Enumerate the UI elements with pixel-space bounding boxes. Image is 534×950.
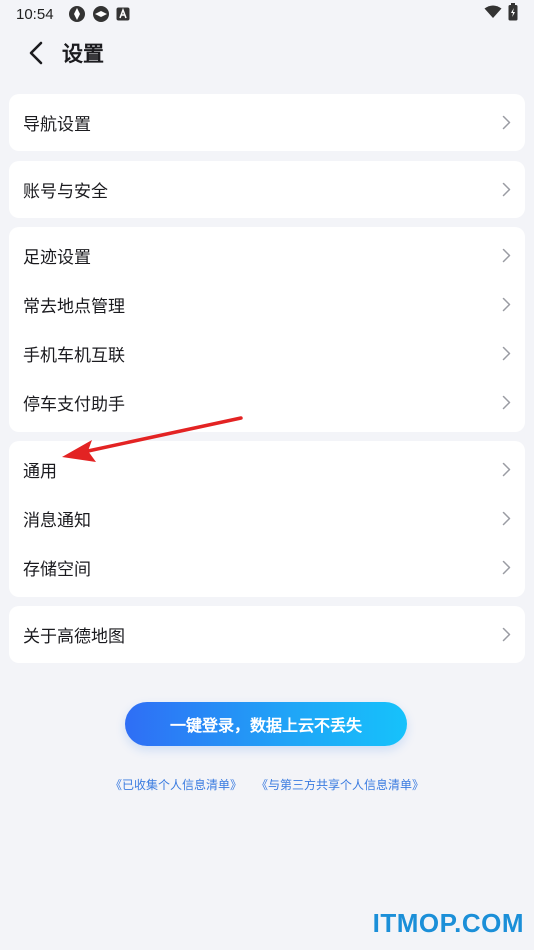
row-navigation-settings[interactable]: 导航设置 (9, 98, 525, 147)
row-parking-payment[interactable]: 停车支付助手 (9, 378, 525, 427)
row-general[interactable]: 通用 (9, 445, 525, 494)
chevron-right-icon (502, 182, 511, 197)
row-label: 账号与安全 (23, 182, 108, 202)
row-phone-car-link[interactable]: 手机车机互联 (9, 329, 525, 378)
header: 设置 (0, 28, 534, 78)
battery-icon (508, 3, 518, 25)
status-right (484, 3, 518, 25)
row-label: 停车支付助手 (23, 395, 125, 415)
chevron-right-icon (502, 248, 511, 263)
a-box-icon (116, 7, 130, 21)
chevron-right-icon (502, 560, 511, 575)
row-label: 常去地点管理 (23, 297, 125, 317)
back-button[interactable] (16, 31, 56, 75)
one-click-login-button[interactable]: 一键登录，数据上云不丢失 (125, 702, 407, 746)
settings-group-about: 关于高德地图 (9, 606, 525, 663)
row-footprint-settings[interactable]: 足迹设置 (9, 231, 525, 280)
settings-group-general: 通用 消息通知 存储空间 (9, 441, 525, 597)
row-account-security[interactable]: 账号与安全 (9, 165, 525, 214)
settings-group-account: 账号与安全 (9, 161, 525, 218)
privacy-links: 《已收集个人信息清单》 《与第三方共享个人信息清单》 (0, 776, 534, 793)
settings-group-navigation: 导航设置 (9, 94, 525, 151)
chevron-right-icon (502, 346, 511, 361)
row-about-amap[interactable]: 关于高德地图 (9, 610, 525, 659)
status-time: 10:54 (16, 5, 54, 23)
row-notifications[interactable]: 消息通知 (9, 494, 525, 543)
row-label: 导航设置 (23, 115, 91, 135)
chevron-right-icon (502, 462, 511, 477)
app-icon (92, 5, 110, 23)
row-label: 存储空间 (23, 560, 91, 580)
row-storage[interactable]: 存储空间 (9, 543, 525, 592)
wifi-icon (484, 5, 502, 23)
app-icon (68, 5, 86, 23)
chevron-right-icon (502, 627, 511, 642)
row-label: 关于高德地图 (23, 627, 125, 647)
watermark-logo: ITMOP.COM (372, 908, 524, 938)
chevron-right-icon (502, 297, 511, 312)
row-label: 通用 (23, 462, 57, 482)
shared-info-link[interactable]: 《与第三方共享个人信息清单》 (256, 776, 424, 793)
collected-info-link[interactable]: 《已收集个人信息清单》 (110, 776, 242, 793)
chevron-left-icon (29, 41, 43, 65)
settings-group-services: 足迹设置 常去地点管理 手机车机互联 停车支付助手 (9, 227, 525, 432)
row-label: 消息通知 (23, 511, 91, 531)
row-label: 足迹设置 (23, 248, 91, 268)
chevron-right-icon (502, 395, 511, 410)
status-bar: 10:54 (0, 0, 534, 28)
row-frequent-places[interactable]: 常去地点管理 (9, 280, 525, 329)
chevron-right-icon (502, 115, 511, 130)
page-title: 设置 (62, 42, 104, 66)
chevron-right-icon (502, 511, 511, 526)
row-label: 手机车机互联 (23, 346, 125, 366)
